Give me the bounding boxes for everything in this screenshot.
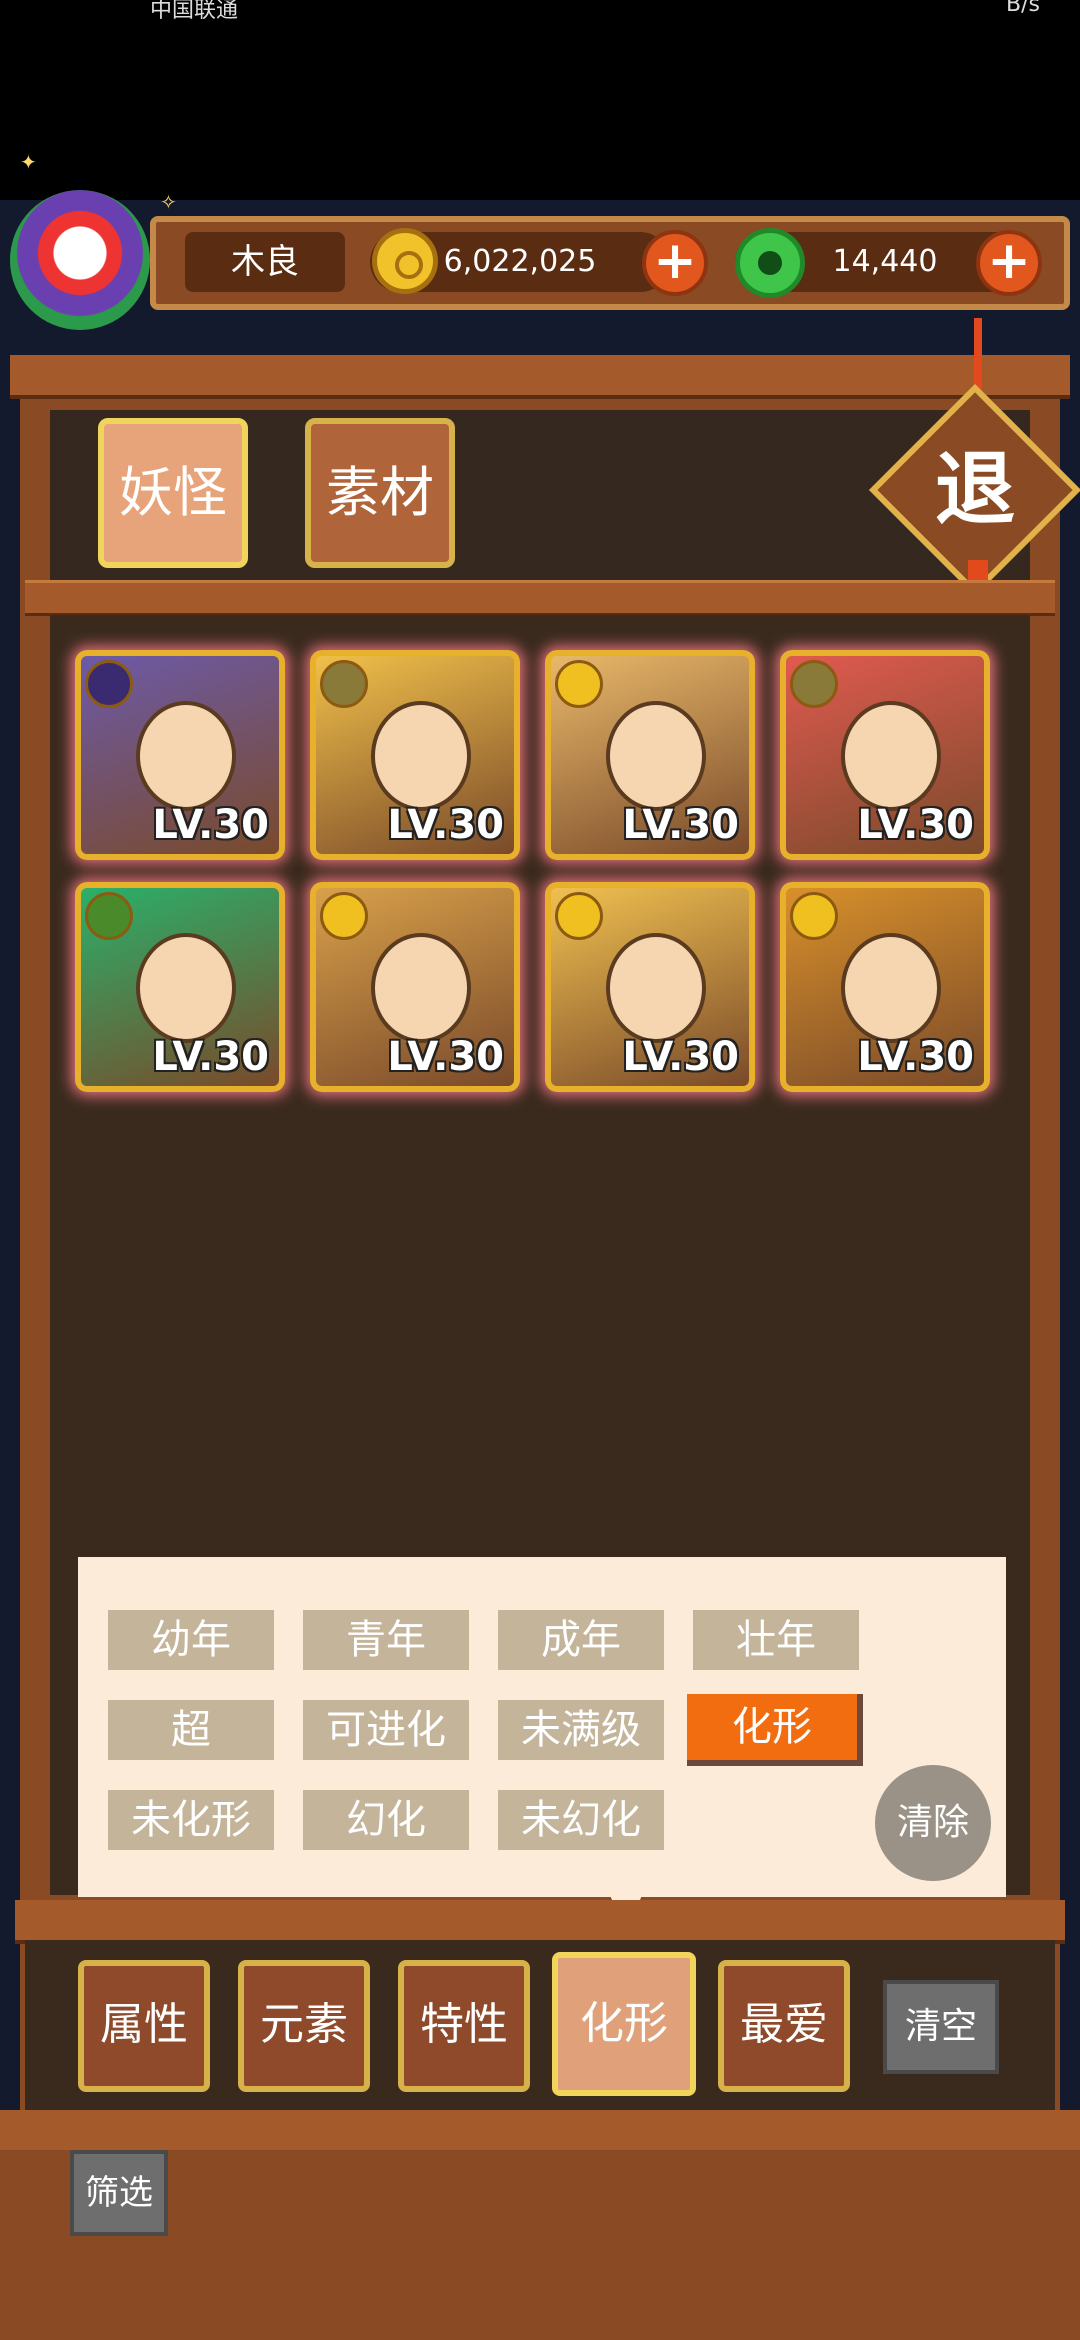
monster-level: LV.30: [622, 802, 739, 848]
tab-monsters[interactable]: 妖怪: [98, 418, 248, 568]
filter-not-illusion[interactable]: 未幻化: [498, 1790, 664, 1850]
tab-element[interactable]: 元素: [238, 1960, 370, 2092]
filter-prime[interactable]: 壮年: [693, 1610, 859, 1670]
tab-materials[interactable]: 素材: [305, 418, 455, 568]
network-speed: B/s: [1006, 0, 1040, 17]
filter-juvenile[interactable]: 幼年: [108, 1610, 274, 1670]
filter-toggle-button[interactable]: 筛选: [70, 2150, 168, 2236]
monster-card[interactable]: LV.30: [310, 882, 520, 1092]
monster-portrait: [841, 701, 941, 811]
monster-portrait: [606, 701, 706, 811]
filter-adult[interactable]: 成年: [498, 1610, 664, 1670]
player-name: 木良: [185, 232, 345, 292]
sun-element-icon: [555, 892, 603, 940]
filter-evolvable[interactable]: 可进化: [303, 1700, 469, 1760]
sun-element-icon: [790, 892, 838, 940]
tab-attribute[interactable]: 属性: [78, 1960, 210, 2092]
filter-not-max-level[interactable]: 未满级: [498, 1700, 664, 1760]
monster-portrait: [371, 701, 471, 811]
wood-element-icon: [85, 892, 133, 940]
monster-portrait: [606, 933, 706, 1043]
bottom-beam: [0, 2110, 1080, 2154]
frame-top-beam: [10, 355, 1070, 399]
monster-level: LV.30: [622, 1034, 739, 1080]
status-bar: 中国联通 B/s: [0, 0, 1080, 30]
monster-level: LV.30: [152, 1034, 269, 1080]
filter-not-transformed[interactable]: 未化形: [108, 1790, 274, 1850]
monster-card[interactable]: LV.30: [545, 650, 755, 860]
shelf-beam: [25, 580, 1055, 616]
add-coins-button[interactable]: +: [642, 230, 708, 296]
monster-card[interactable]: LV.30: [75, 882, 285, 1092]
filter-illusion[interactable]: 幻化: [303, 1790, 469, 1850]
monster-portrait: [841, 933, 941, 1043]
monster-level: LV.30: [857, 802, 974, 848]
carrier-text: 中国联通: [150, 0, 239, 23]
moon-element-icon: [85, 660, 133, 708]
monster-level: LV.30: [387, 1034, 504, 1080]
monster-card[interactable]: LV.30: [545, 882, 755, 1092]
earth-element-icon: [320, 660, 368, 708]
exit-label[interactable]: 退: [900, 415, 1050, 565]
clear-filter-button[interactable]: 清除: [875, 1765, 991, 1881]
tab-transform[interactable]: 化形: [552, 1952, 696, 2096]
monster-card[interactable]: LV.30: [310, 650, 520, 860]
monster-level: LV.30: [152, 802, 269, 848]
coin-icon: [372, 228, 438, 294]
jade-gem-icon: [735, 228, 805, 298]
bottom-shelf-beam: [15, 1900, 1065, 1944]
monster-level: LV.30: [387, 802, 504, 848]
clear-all-button[interactable]: 清空: [883, 1980, 999, 2074]
gem-amount: 14,440: [832, 244, 938, 279]
coin-amount: 6,022,025: [443, 244, 597, 279]
sun-element-icon: [555, 660, 603, 708]
sparkle-icon: ✧: [160, 190, 177, 214]
filter-super[interactable]: 超: [108, 1700, 274, 1760]
sun-element-icon: [320, 892, 368, 940]
monster-portrait: [136, 933, 236, 1043]
tab-favorite[interactable]: 最爱: [718, 1960, 850, 2092]
tab-trait[interactable]: 特性: [398, 1960, 530, 2092]
monster-portrait: [371, 933, 471, 1043]
monster-portrait: [136, 701, 236, 811]
filter-transformed-selected[interactable]: 化形: [687, 1694, 863, 1766]
sparkle-icon: ✦: [20, 150, 37, 174]
add-gems-button[interactable]: +: [976, 230, 1042, 296]
monster-level: LV.30: [857, 1034, 974, 1080]
monster-card[interactable]: LV.30: [780, 882, 990, 1092]
monster-card[interactable]: LV.30: [75, 650, 285, 860]
player-avatar[interactable]: [10, 190, 150, 330]
monster-card[interactable]: LV.30: [780, 650, 990, 860]
earth-element-icon: [790, 660, 838, 708]
filter-youth[interactable]: 青年: [303, 1610, 469, 1670]
